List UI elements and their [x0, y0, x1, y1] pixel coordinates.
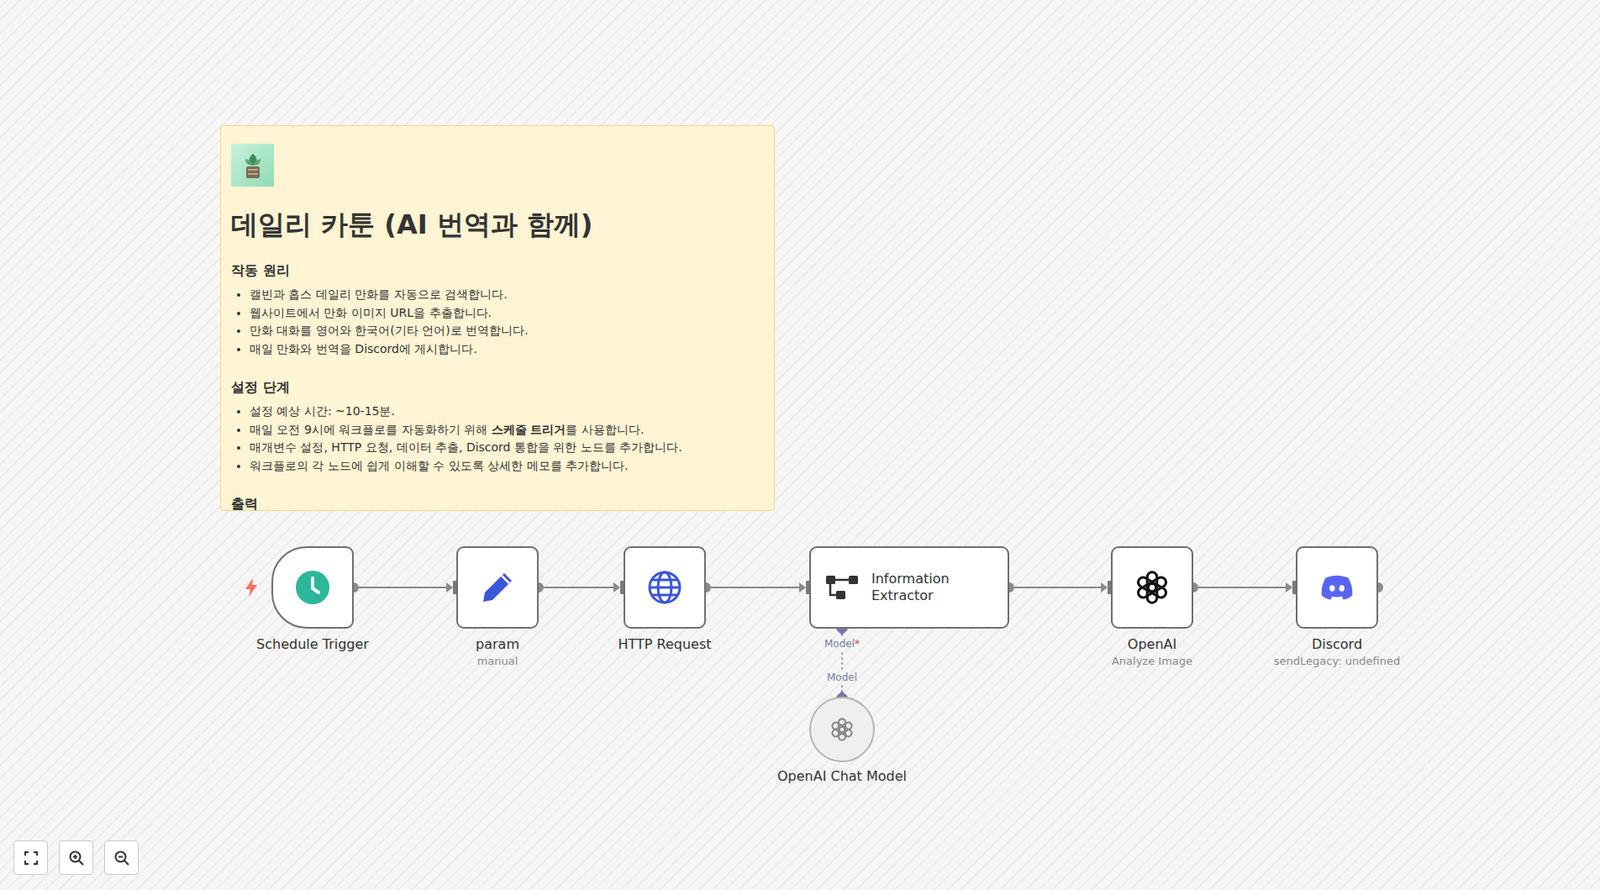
node-label: Information Extractor [871, 570, 964, 605]
note-title: 데일리 카툰 (AI 번역과 함께) [231, 207, 764, 242]
node-label: Schedule Trigger [256, 635, 369, 654]
note-item: 웹사이트에서 만화 이미지 URL을 추출합니다. [249, 304, 764, 323]
note-image [231, 143, 274, 187]
note-text: 만화 대화를 영어와 한국어(기타 언어)로 번역합니다. [249, 323, 529, 337]
node-label: param [475, 635, 520, 654]
zoom-control-button[interactable] [13, 840, 48, 875]
note-item: 매일 만화와 번역을 Discord에 게시합니다. [249, 340, 764, 359]
note-heading: 작동 원리 [231, 262, 764, 279]
sub-node-circle[interactable] [809, 696, 875, 763]
note-item: 설정 예상 시간: ~10-15분. [249, 402, 764, 422]
sub-node-port-label: Model [826, 671, 858, 684]
node-caption: parammanual [475, 635, 520, 669]
node-caption: DiscordsendLegacy: undefined [1273, 635, 1400, 669]
note-item: 만화 대화를 영어와 한국어(기타 언어)로 번역합니다. [249, 321, 764, 341]
zoom-in-icon [68, 849, 85, 867]
note-heading: 설정 단계 [231, 378, 764, 396]
workflow-node[interactable]: OpenAIAnalyze Image [1110, 546, 1194, 629]
note-list: 설정 예상 시간: ~10-15분. 매일 오전 9시에 워크플로를 자동화하기 … [231, 402, 764, 475]
model-port-label: Model* [824, 637, 860, 650]
note-heading: 출력 [231, 495, 764, 511]
note-section: 작동 원리캘빈과 홉스 데일리 만화를 자동으로 검색합니다. 웹사이트에서 만화… [231, 262, 764, 358]
extractor-icon [824, 572, 860, 603]
openai-icon [828, 715, 856, 743]
sub-node[interactable]: OpenAI Chat Model [777, 696, 907, 786]
note-text: 매개변수 설정, HTTP 요청, 데이터 추출, Discord 통합을 위한… [249, 440, 683, 454]
connection [1198, 580, 1297, 595]
workflow-node[interactable]: Information Extractor [809, 546, 1010, 629]
openai-icon [1132, 568, 1172, 607]
pencil-icon [478, 568, 516, 606]
sticky-note[interactable]: 데일리 카툰 (AI 번역과 함께) 작동 원리캘빈과 홉스 데일리 만화를 자동… [220, 125, 775, 511]
zoom-control-button[interactable] [104, 840, 139, 875]
note-item: 워크플로의 각 노드에 쉽게 이해할 수 있도록 상세한 메모를 추가합니다. [249, 457, 764, 476]
connection [1014, 580, 1112, 595]
note-text: 설정 예상 시간: ~10-15분. [249, 404, 395, 418]
note-text: 워크플로의 각 노드에 쉽게 이해할 수 있도록 상세한 메모를 추가합니다. [249, 458, 629, 473]
discord-icon [1317, 568, 1357, 607]
note-text: 를 사용합니다. [565, 422, 644, 437]
workflow-node[interactable]: HTTP Request [623, 546, 706, 629]
node-label: OpenAI Chat Model [777, 767, 907, 786]
node-caption: HTTP Request [617, 635, 711, 654]
workflow-node[interactable]: parammanual [456, 546, 539, 629]
note-item: 매일 오전 9시에 워크플로를 자동화하기 위해 스케줄 트리거를 사용합니다. [249, 421, 764, 440]
connection [543, 580, 625, 595]
connection [358, 580, 458, 595]
node-caption: OpenAIAnalyze Image [1111, 635, 1193, 669]
connection [710, 580, 811, 595]
node-label: Discord [1311, 635, 1363, 654]
node-label: OpenAI [1127, 635, 1177, 654]
node-caption: Schedule Trigger [256, 635, 369, 654]
note-text: 매일 오전 9시에 워크플로를 자동화하기 위해 [249, 422, 492, 437]
node-subtitle: sendLegacy: undefined [1273, 653, 1400, 669]
note-text: 매일 만화와 번역을 Discord에 게시합니다. [249, 342, 478, 356]
note-item: 매개변수 설정, HTTP 요청, 데이터 추출, Discord 통합을 위한… [249, 438, 764, 458]
note-section: 설정 단계설정 예상 시간: ~10-15분. 매일 오전 9시에 워크플로를 자… [231, 378, 764, 475]
workflow-node[interactable]: Schedule Trigger [271, 546, 354, 629]
workflow-node[interactable]: DiscordsendLegacy: undefined [1295, 546, 1379, 629]
trigger-bolt-icon [243, 577, 259, 598]
note-text: 스케줄 트리거 [491, 422, 567, 437]
node-subtitle: Analyze Image [1111, 653, 1193, 669]
zoom-out-icon [113, 849, 131, 867]
zoom-controls [13, 840, 139, 875]
plant-icon [240, 150, 266, 181]
node-label: HTTP Request [617, 635, 711, 654]
zoom-control-button[interactable] [58, 840, 94, 875]
note-text: 캘빈과 홉스 데일리 만화를 자동으로 검색합니다. [249, 287, 508, 301]
workflow-canvas[interactable]: 데일리 카툰 (AI 번역과 함께) 작동 원리캘빈과 홉스 데일리 만화를 자동… [0, 0, 1600, 890]
clock-icon [294, 569, 331, 606]
fit-view-icon [23, 850, 39, 866]
globe-icon [646, 568, 684, 606]
connections [0, 0, 1600, 890]
note-text: 웹사이트에서 만화 이미지 URL을 추출합니다. [249, 305, 492, 320]
note-section: 출력 [231, 495, 764, 511]
note-item: 캘빈과 홉스 데일리 만화를 자동으로 검색합니다. [249, 285, 764, 305]
node-subtitle: manual [477, 653, 519, 669]
note-list: 캘빈과 홉스 데일리 만화를 자동으로 검색합니다. 웹사이트에서 만화 이미지 … [231, 285, 764, 358]
